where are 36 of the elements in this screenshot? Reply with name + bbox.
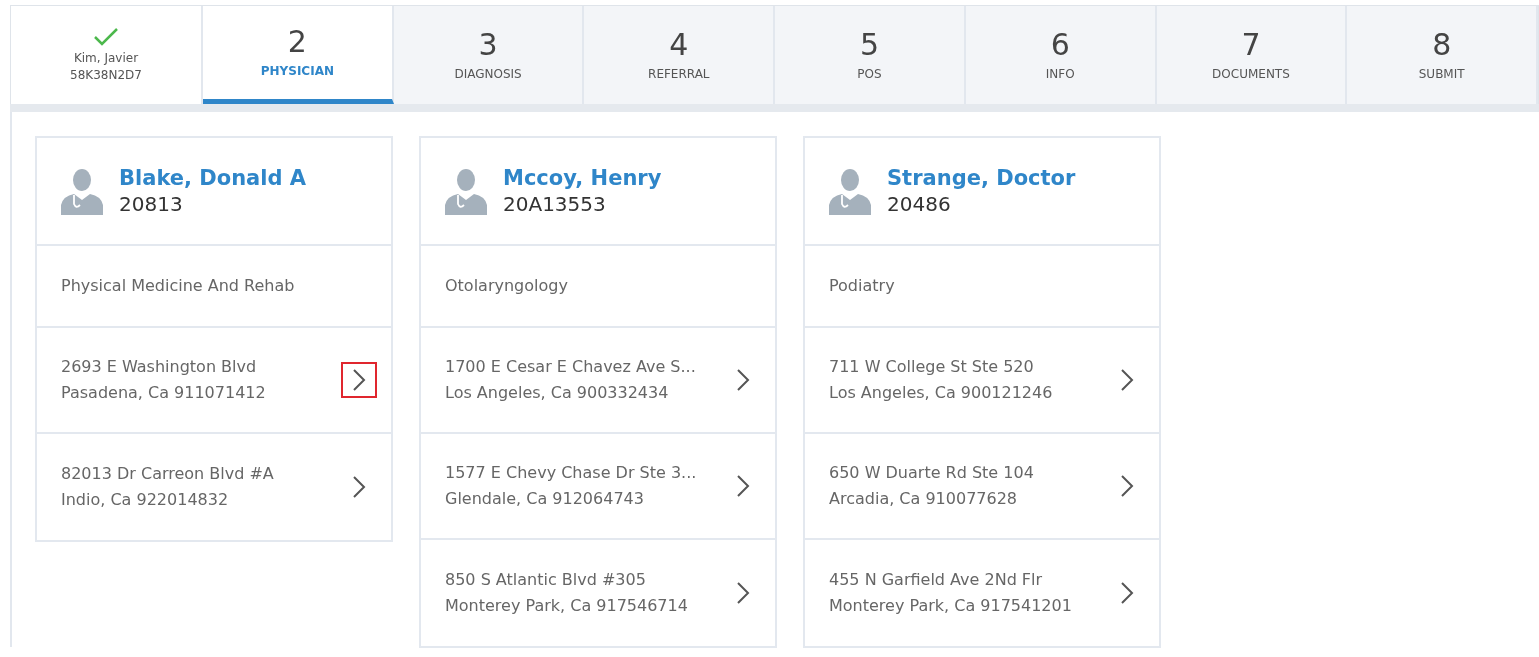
chevron-right-button[interactable] — [341, 362, 377, 398]
step-tab[interactable]: 6 INFO — [965, 6, 1157, 104]
physician-name-link[interactable]: Strange, Doctor — [887, 166, 1076, 192]
chevron-right-icon — [1120, 581, 1134, 605]
step-tab[interactable]: 3 DIAGNOSIS — [393, 6, 585, 104]
physician-id: 20A13553 — [503, 191, 607, 216]
address-text: 1700 E Cesar E Chavez Ave S... Los Angeles, Ca 900332434 — [445, 356, 697, 404]
step-tab[interactable]: 5 POS — [775, 6, 966, 104]
specialty-text: Podiatry — [829, 275, 895, 297]
address-text: 1577 E Chevy Chase Dr Ste 3... Glendale, Ca 912064743 — [445, 462, 698, 510]
physician-name-link[interactable]: Blake, Donald A — [119, 166, 307, 192]
chevron-right-icon — [1120, 474, 1134, 498]
step-tab[interactable]: 2 PHYSICIAN — [203, 6, 394, 104]
doctor-avatar-icon — [445, 167, 487, 215]
chevron-right-icon — [736, 474, 750, 498]
step-tab[interactable]: 8 SUBMIT — [1347, 6, 1539, 104]
specialty-text: Physical Medicine And Rehab — [61, 275, 295, 297]
address-text: 2693 E Washington Blvd Pasadena, Ca 911071412 — [61, 356, 267, 404]
chevron-right-icon — [352, 475, 366, 499]
physician-name-link[interactable]: Mccoy, Henry — [503, 166, 662, 192]
address-text: 850 S Atlantic Blvd #305 Monterey Park, Ca 917546714 — [445, 569, 689, 617]
doctor-avatar-icon — [829, 167, 871, 215]
address-text: 650 W Duarte Rd Ste 104 Arcadia, Ca 910077628 — [829, 462, 1035, 510]
chevron-right-icon — [1120, 368, 1134, 392]
address-text: 455 N Garfield Ave 2Nd Flr Monterey Park, Ca 917541201 — [829, 569, 1073, 617]
doctor-avatar-icon — [61, 167, 103, 215]
address-text: 82013 Dr Carreon Blvd #A Indio, Ca 922014832 — [61, 463, 275, 511]
physician-id: 20486 — [887, 191, 952, 216]
chevron-right-icon — [736, 368, 750, 392]
chevron-right-icon — [736, 581, 750, 605]
specialty-text: Otolaryngology — [445, 275, 568, 297]
chevron-right-icon — [352, 368, 366, 392]
step-tab[interactable]: 7 DOCUMENTS — [1156, 6, 1348, 104]
physician-id: 20813 — [119, 191, 184, 216]
step-tab[interactable]: 4 REFERRAL — [584, 6, 776, 104]
address-text: 711 W College St Ste 520 Los Angeles, Ca 900121246 — [829, 356, 1054, 404]
